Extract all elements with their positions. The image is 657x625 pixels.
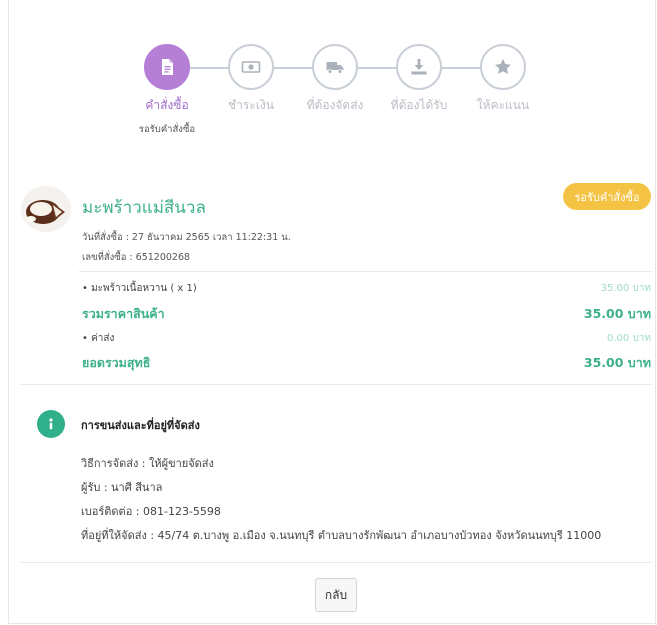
step-connector [190, 67, 232, 69]
step-label-to-ship: ที่ต้องจัดส่ง [306, 98, 364, 112]
shop-avatar [21, 186, 71, 232]
shipping-method: วิธีการจัดส่ง : ให้ผู้ขายจัดส่ง [81, 457, 214, 470]
banknote-icon [241, 61, 261, 73]
step-connector [442, 67, 484, 69]
coconut-image [21, 186, 71, 232]
step-status-text: รอรับคำสั่งซื้อ [138, 124, 196, 135]
shipping-fee-row: • ค่าส่ง 0.00 บาท [82, 331, 651, 349]
net-total-label: ยอดรวมสุทธิ [82, 355, 151, 370]
truck-icon [326, 62, 344, 74]
order-number: เลขที่สั่งซื้อ : 651200268 [82, 252, 191, 263]
step-payment [228, 44, 274, 90]
step-connector [274, 67, 316, 69]
recipient-name: ผู้รับ : นาศี สีนาล [81, 481, 163, 494]
section-divider [21, 384, 651, 385]
step-rate [480, 44, 526, 90]
order-status-badge: รอรับคำสั่งซื้อ [563, 183, 651, 210]
order-date: วันที่สั่งซื้อ : 27 ธันวาคม 2565 เวลา 11… [82, 232, 291, 243]
shipping-fee-value: 0.00 บาท [607, 333, 651, 344]
order-item-row: • มะพร้าวเนื้อหวาน ( x 1) 35.00 บาท [82, 281, 651, 299]
item-price: 35.00 บาท [600, 283, 651, 294]
step-order [144, 44, 190, 90]
step-to-ship [312, 44, 358, 90]
back-button[interactable]: กลับ [315, 578, 357, 612]
subtotal-value: 35.00 บาท [583, 306, 651, 321]
net-total-value: 35.00 บาท [583, 355, 651, 370]
step-label-payment: ชำระเงิน [228, 98, 274, 112]
step-to-receive [396, 44, 442, 90]
shipping-fee-label: • ค่าส่ง [82, 333, 115, 344]
shipping-section-title: การขนส่งและที่อยู่ที่จัดส่ง [81, 419, 200, 432]
recipient-phone: เบอร์ติดต่อ : 081-123-5598 [81, 505, 221, 518]
step-connector [358, 67, 400, 69]
download-tray-icon [411, 59, 427, 75]
divider [79, 271, 651, 272]
shipping-address: ที่อยู่ที่ให้จัดส่ง : 45/74 ต.บางพู อ.เม… [81, 529, 602, 542]
net-total-row: ยอดรวมสุทธิ 35.00 บาท [82, 353, 651, 371]
subtotal-label: รวมราคาสินค้า [82, 306, 165, 321]
info-icon [37, 410, 65, 438]
step-label-rate: ให้คะแนน [476, 98, 530, 112]
section-divider [21, 562, 651, 563]
subtotal-row: รวมราคาสินค้า 35.00 บาท [82, 304, 651, 322]
star-icon [495, 59, 511, 74]
step-label-to-receive: ที่ต้องได้รับ [390, 98, 448, 112]
item-name: • มะพร้าวเนื้อหวาน ( x 1) [82, 283, 197, 294]
step-label-order: คำสั่งซื้อ [145, 98, 189, 112]
shop-name: มะพร้าวแม่สีนวล [82, 198, 206, 218]
document-icon [162, 59, 173, 75]
